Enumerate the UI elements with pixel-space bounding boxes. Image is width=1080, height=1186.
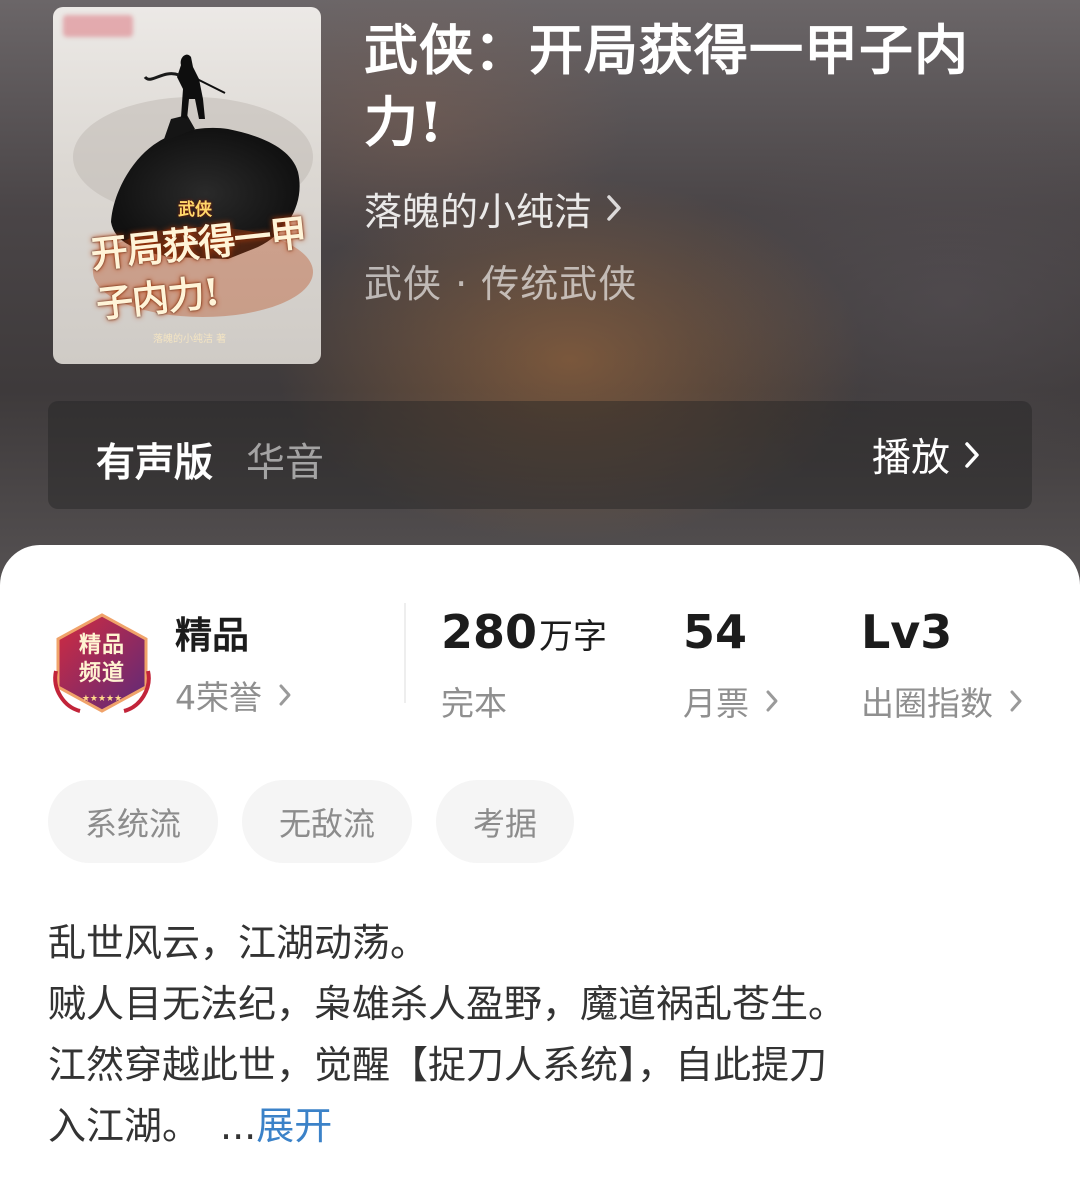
audio-version-bar[interactable]: 有声版 华音 播放 [48, 401, 1032, 509]
honors-link[interactable]: 4荣誉 [175, 671, 292, 719]
chevron-right-icon [965, 442, 979, 468]
author-link[interactable]: 落魄的小纯洁 [364, 183, 622, 234]
cover-author: 落魄的小纯洁 著 [153, 334, 227, 345]
stats-divider [404, 603, 406, 703]
book-description: 乱世风云，江湖动荡。 贼人目无法纪，枭雄杀人盈野，魔道祸乱苍生。 江然穿越此世，… [48, 913, 1038, 1157]
audio-version-label: 有声版 [96, 441, 214, 486]
description-last-line: 入江湖。 ...展开 [48, 1096, 1038, 1157]
monthly-tickets-stat[interactable]: 54 月票 [683, 605, 779, 725]
word-count-unit: 万字 [539, 617, 608, 657]
tag-chip[interactable]: 考据 [436, 780, 575, 863]
honors-count: 4荣誉 [175, 678, 262, 717]
chevron-right-icon [607, 195, 621, 221]
book-title: 武侠：开局获得一甲子内力! [364, 18, 969, 154]
circle-index-link[interactable]: 出圈指数 [861, 677, 1023, 725]
description-line: 贼人目无法纪，枭雄杀人盈野，魔道祸乱苍生。 [48, 982, 847, 1026]
circle-index-value: Lv3 [861, 605, 953, 659]
word-count-stat: 280万字 完本 [441, 605, 607, 725]
svg-text:★★★★★: ★★★★★ [82, 694, 122, 704]
completion-status: 完本 [441, 677, 607, 725]
monthly-tickets-value: 54 [683, 605, 748, 659]
expand-description-link[interactable]: 展开 [256, 1104, 332, 1148]
badge-label-line1: 精品 [78, 632, 125, 658]
play-button[interactable]: 播放 [871, 430, 980, 481]
chevron-right-icon [1010, 690, 1022, 712]
circle-index-label: 出圈指数 [861, 684, 993, 723]
description-line: 乱世风云，江湖动荡。 [48, 921, 429, 965]
tag-list: 系统流 无敌流 考据 [48, 780, 575, 863]
word-count-value: 280 [441, 605, 538, 659]
book-genre: 武侠 · 传统武侠 [364, 262, 638, 306]
honors-stat[interactable]: 精品 4荣誉 [175, 605, 292, 719]
circle-index-stat[interactable]: Lv3 出圈指数 [861, 605, 1023, 725]
description-line: 入江湖。 [48, 1104, 201, 1148]
book-header: 武侠 开局获得一甲子内力! 落魄的小纯洁 著 武侠：开局获得一甲子内力! 落魄的… [0, 0, 1080, 600]
quality-title: 精品 [175, 614, 249, 657]
tag-chip[interactable]: 系统流 [48, 780, 219, 863]
monthly-tickets-link[interactable]: 月票 [683, 677, 779, 725]
word-count: 280万字 [441, 605, 607, 659]
audio-voice-name: 华音 [246, 441, 325, 486]
book-info-card: ★★★★★ 精品 频道 精品 4荣誉 280万字 完本 54 月票 Lv3 出圈… [0, 545, 1080, 1186]
status-label: 完本 [441, 684, 507, 723]
play-label: 播放 [871, 436, 950, 481]
description-ellipsis: ... [220, 1104, 257, 1148]
chevron-right-icon [766, 690, 778, 712]
author-name: 落魄的小纯洁 [364, 189, 593, 234]
book-cover[interactable]: 武侠 开局获得一甲子内力! 落魄的小纯洁 著 [53, 7, 321, 364]
monthly-tickets-label: 月票 [683, 684, 749, 723]
tag-chip[interactable]: 无敌流 [242, 780, 413, 863]
description-line: 江然穿越此世，觉醒【捉刀人系统】，自此提刀 [48, 1043, 828, 1087]
badge-label: 精品 频道 [50, 631, 154, 687]
chevron-right-icon [279, 684, 291, 706]
badge-label-line2: 频道 [78, 660, 125, 686]
